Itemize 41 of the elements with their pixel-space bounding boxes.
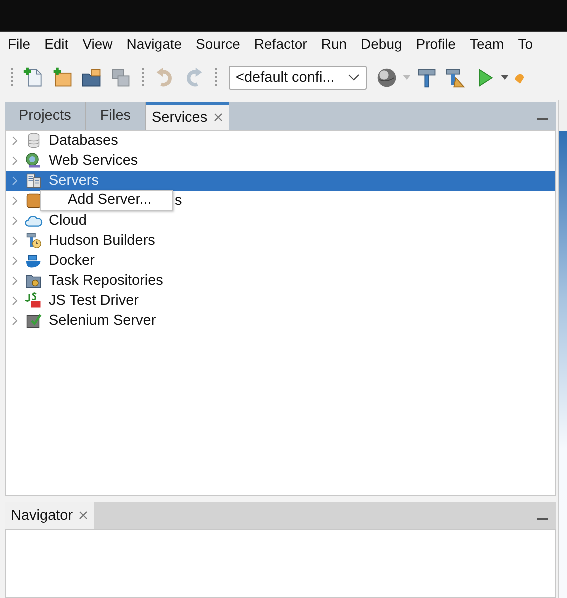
new-folder-icon [52, 67, 74, 89]
close-icon[interactable] [79, 511, 88, 520]
menu-item[interactable]: Navigate [120, 36, 190, 52]
menu-item[interactable]: Refactor [247, 36, 314, 52]
chevron-down-icon[interactable] [348, 74, 360, 82]
hammer-clock-icon [25, 232, 43, 250]
menu-item[interactable]: Edit [38, 36, 76, 52]
globe-icon [25, 152, 43, 170]
tree-item-label[interactable]: s [175, 193, 182, 209]
caret-icon[interactable] [501, 75, 509, 81]
tree-item[interactable]: Docker [6, 251, 555, 271]
menu-item[interactable]: Add Server... [41, 191, 172, 210]
panel-tab[interactable]: Services [146, 102, 229, 130]
save-icon [110, 67, 132, 89]
menu-item[interactable]: Profile [409, 36, 463, 52]
menu-item[interactable]: View [76, 36, 120, 52]
close-icon[interactable] [214, 113, 223, 122]
tree-item[interactable]: Task Repositories [6, 271, 555, 291]
tree-item[interactable]: Hudson Builders [6, 231, 555, 251]
menu-item[interactable]: Debug [354, 36, 410, 52]
tree-item[interactable]: Databases [6, 131, 555, 151]
server-icon [25, 172, 43, 190]
folder-icon [81, 67, 103, 89]
configuration-dropdown[interactable]: <default confi... [229, 66, 367, 90]
hammer-broom-icon [445, 67, 467, 89]
panel-tab[interactable]: Navigator [5, 502, 94, 529]
hammer-icon [416, 67, 438, 89]
menu-item[interactable]: To [511, 36, 540, 52]
new-file-icon [23, 67, 45, 89]
check-icon [25, 312, 43, 330]
tree-item[interactable]: Web Services [6, 151, 555, 171]
js-icon [25, 292, 43, 310]
tree-item[interactable]: Cloud [6, 211, 555, 231]
tree-item[interactable]: Servers [6, 171, 555, 191]
menu-item[interactable]: Run [314, 36, 354, 52]
globe-icon [376, 67, 398, 89]
tree-item[interactable]: JS Test Driver [6, 291, 555, 311]
menu-item[interactable]: File [1, 36, 38, 52]
menu-item[interactable]: Source [189, 36, 248, 52]
tree-item[interactable]: Selenium Server [6, 311, 555, 331]
menu-item[interactable]: Team [462, 36, 512, 52]
